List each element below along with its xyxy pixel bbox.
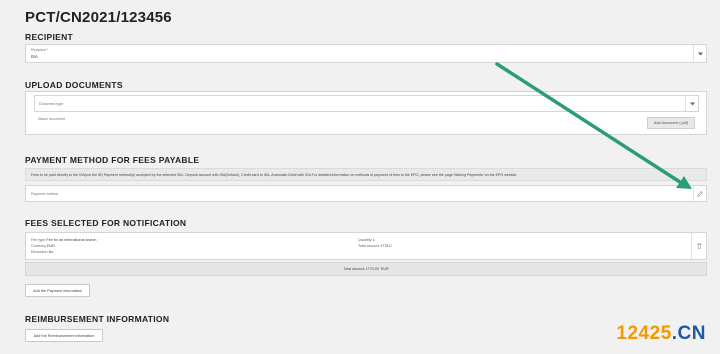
- document-type-label: Document type: [39, 102, 64, 106]
- quantity-value: 1: [372, 238, 375, 242]
- fee-type-key: Fee type: [31, 238, 46, 242]
- total-amount-bar: Total amount 1775.00 EUR: [25, 262, 707, 276]
- quantity-row: Quantity 1: [358, 238, 375, 242]
- payment-info-banner: Fees to be paid directly to the ISA(not …: [25, 168, 707, 181]
- chevron-down-icon[interactable]: [693, 45, 706, 62]
- recipient-heading: RECIPIENT: [25, 32, 74, 42]
- reduction-value: No: [48, 250, 54, 254]
- total-amount-currency: EUR: [380, 267, 389, 271]
- trash-icon[interactable]: [691, 233, 706, 259]
- quantity-key: Quantity: [358, 238, 372, 242]
- chevron-down-icon[interactable]: [685, 96, 698, 111]
- recipient-select[interactable]: Recipient * ISA: [25, 44, 707, 63]
- add-document-button[interactable]: Add document (.pdf): [647, 117, 695, 129]
- total-amount-value: 1775.00: [365, 267, 379, 271]
- payment-method-label: Payment method: [31, 192, 59, 196]
- fee-type-row: Fee type Fee for an international search: [31, 238, 96, 242]
- reduction-row: Reduction No: [31, 250, 53, 254]
- fees-heading: FEES SELECTED FOR NOTIFICATION: [25, 218, 187, 228]
- add-payment-button[interactable]: Add the Payment information: [25, 284, 90, 297]
- payment-method-field[interactable]: Payment method: [25, 185, 707, 202]
- upload-heading: UPLOAD DOCUMENTS: [25, 80, 123, 90]
- currency-row: Currency EUR: [31, 244, 55, 248]
- payment-heading: PAYMENT METHOD FOR FEES PAYABLE: [25, 155, 200, 165]
- total-amount-label: Total amount: [343, 267, 365, 271]
- fee-card: Fee type Fee for an international search…: [25, 232, 707, 260]
- payment-info-text: Fees to be paid directly to the ISA(not …: [31, 172, 518, 177]
- reduction-key: Reduction: [31, 250, 48, 254]
- add-reimbursement-button[interactable]: Add the Reimbursement information: [25, 329, 103, 342]
- currency-value: EUR: [47, 244, 55, 248]
- total-key: Total amount: [358, 244, 380, 248]
- edit-icon[interactable]: [693, 186, 706, 201]
- total-row: Total amount 1775.0: [358, 244, 391, 248]
- reimbursement-heading: REIMBURSEMENT INFORMATION: [25, 314, 170, 324]
- recipient-value: ISA: [31, 54, 38, 59]
- total-value: 1775.0: [380, 244, 392, 248]
- recipient-label: Recipient *: [31, 48, 49, 52]
- watermark-logo: 12425.CN: [616, 323, 706, 345]
- document-type-select[interactable]: Document type: [34, 95, 699, 112]
- currency-key: Currency: [31, 244, 46, 248]
- fee-type-value: Fee for an international search: [46, 238, 97, 242]
- watermark-domain: .CN: [671, 323, 706, 344]
- watermark-number: 12425: [616, 323, 672, 344]
- attach-document-label: Attach document: [38, 117, 65, 121]
- page-title: PCT/CN2021/123456: [25, 9, 172, 26]
- upload-panel: Document type Attach document Add docume…: [25, 91, 707, 135]
